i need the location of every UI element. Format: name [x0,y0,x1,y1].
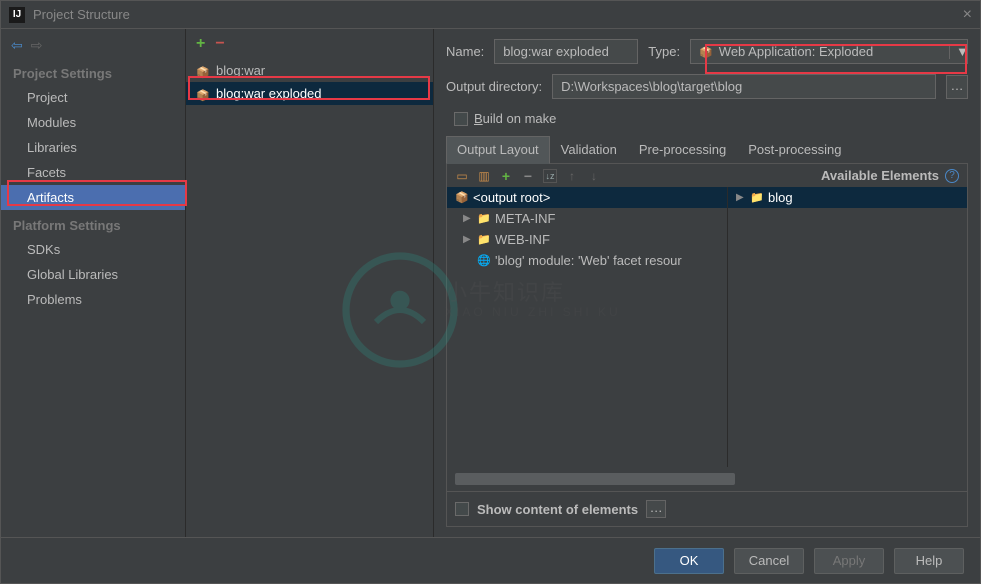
sidebar-heading: Project Settings [1,58,185,85]
sidebar-item-global-libraries[interactable]: Global Libraries [1,262,185,287]
new-folder-icon[interactable]: ▭ [455,169,469,183]
type-value: Web Application: Exploded [719,44,939,59]
tree-row[interactable]: ▶ META-INF [447,208,727,229]
artifact-label: blog:war exploded [216,86,322,101]
artifact-list-panel: + − blog:war blog:war exploded [186,29,434,537]
show-content-label: Show content of elements [477,502,638,517]
outdir-field[interactable]: D:\Workspaces\blog\target\blog [552,74,936,99]
name-field[interactable]: blog:war exploded [494,39,638,64]
nav-forward-icon[interactable]: ⇨ [31,37,43,54]
type-label: Type: [648,44,680,59]
remove-item-icon[interactable]: − [521,169,535,183]
sidebar-item-libraries[interactable]: Libraries [1,135,185,160]
add-artifact-icon[interactable]: + [196,35,205,53]
type-dropdown[interactable]: Web Application: Exploded ▼ [690,39,968,64]
archive-icon [455,191,469,204]
titlebar: IJ Project Structure × [1,1,980,29]
horizontal-scrollbar[interactable] [455,473,735,485]
folder-icon [477,233,491,246]
sidebar-item-project[interactable]: Project [1,85,185,110]
ok-button[interactable]: OK [654,548,724,574]
show-content-options-button[interactable]: … [646,500,666,518]
output-root-row[interactable]: <output root> [447,187,727,208]
artifact-item[interactable]: blog:war [186,59,433,82]
move-up-icon[interactable]: ↑ [565,169,579,183]
tab-post-processing[interactable]: Post-processing [737,136,852,163]
tab-pre-processing[interactable]: Pre-processing [628,136,737,163]
available-item[interactable]: ▶ blog [728,187,967,208]
show-content-checkbox[interactable] [455,502,469,516]
expander-icon[interactable]: ▶ [463,213,473,224]
new-archive-icon[interactable]: ▥ [477,169,491,183]
expander-icon[interactable]: ▶ [736,192,746,203]
tabs: Output LayoutValidationPre-processingPos… [446,136,968,164]
sidebar-item-modules[interactable]: Modules [1,110,185,135]
artifact-icon [196,87,210,101]
window-title: Project Structure [33,7,963,22]
tree-item-label: WEB-INF [495,232,550,247]
facet-icon [477,254,491,267]
tree-row[interactable]: 'blog' module: 'Web' facet resour [447,250,727,271]
remove-artifact-icon[interactable]: − [215,35,224,53]
artifact-label: blog:war [216,63,265,78]
available-item-label: blog [768,190,793,205]
sidebar-item-artifacts[interactable]: Artifacts [1,185,185,210]
dialog-buttons: OK Cancel Apply Help [1,537,980,583]
build-on-make-label: Build on make [474,111,556,126]
outdir-label: Output directory: [446,79,542,94]
build-on-make-checkbox[interactable] [454,112,468,126]
move-down-icon[interactable]: ↓ [587,169,601,183]
tree-item-label: META-INF [495,211,555,226]
help-icon[interactable]: ? [945,169,959,183]
tab-output-layout[interactable]: Output Layout [446,136,550,164]
tree-item-label: 'blog' module: 'Web' facet resour [495,253,682,268]
nav-back-icon[interactable]: ⇦ [11,37,23,54]
folder-icon [750,191,764,204]
tree-row[interactable]: ▶ WEB-INF [447,229,727,250]
artifact-icon [196,64,210,78]
output-root-label: <output root> [473,190,550,205]
browse-button[interactable]: … [946,75,968,99]
sidebar-item-facets[interactable]: Facets [1,160,185,185]
cancel-button[interactable]: Cancel [734,548,804,574]
expander-icon[interactable]: ▶ [463,234,473,245]
artifact-type-icon [699,44,713,59]
sidebar: ⇦ ⇨ Project SettingsProjectModulesLibrar… [1,29,186,537]
sidebar-heading: Platform Settings [1,210,185,237]
apply-button[interactable]: Apply [814,548,884,574]
app-icon: IJ [9,7,25,23]
available-elements-label: Available Elements [821,168,939,183]
folder-icon [477,212,491,225]
name-label: Name: [446,44,484,59]
artifact-item[interactable]: blog:war exploded [186,82,433,105]
output-tree[interactable]: <output root> ▶ META-INF ▶ WEB-INF 'blog' mo… [447,187,727,467]
sidebar-item-problems[interactable]: Problems [1,287,185,312]
chevron-down-icon: ▼ [949,44,959,59]
tab-validation[interactable]: Validation [550,136,628,163]
add-item-icon[interactable]: + [499,169,513,183]
available-elements-tree[interactable]: ▶ blog [727,187,967,467]
main-panel: Name: blog:war exploded Type: Web Applic… [434,29,980,537]
output-toolbar: ▭ ▥ + − ↓z ↑ ↓ Available Elements ? [447,164,967,187]
help-button[interactable]: Help [894,548,964,574]
sort-icon[interactable]: ↓z [543,169,557,183]
close-icon[interactable]: × [963,6,972,24]
sidebar-item-sdks[interactable]: SDKs [1,237,185,262]
